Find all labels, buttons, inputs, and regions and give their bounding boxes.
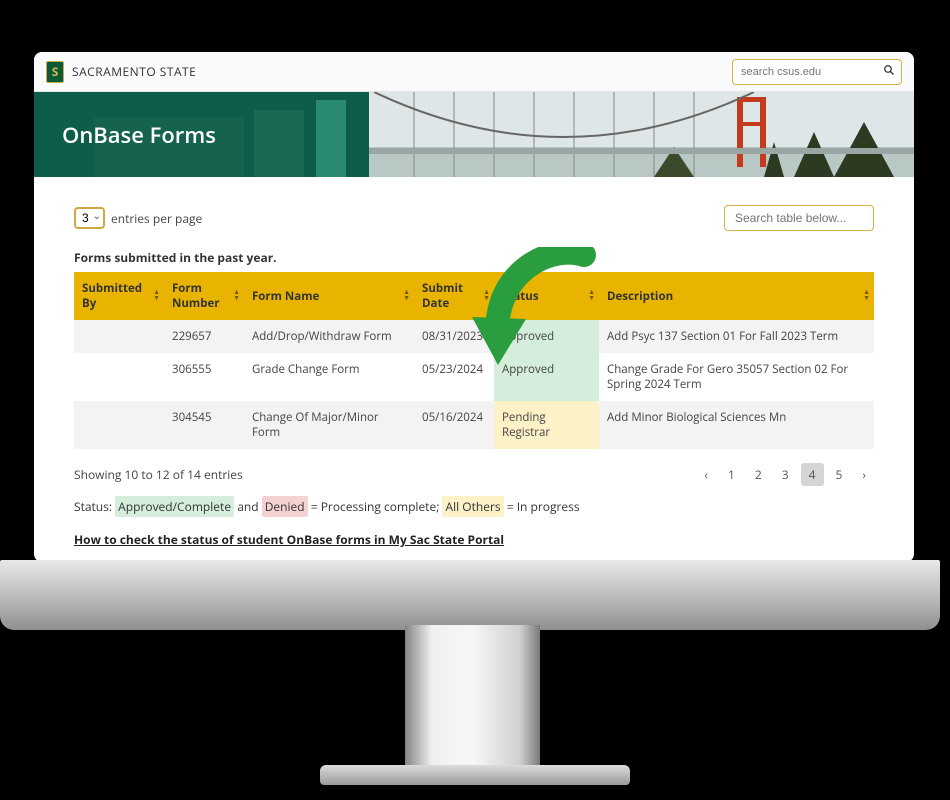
- col-description[interactable]: Description▲▼: [599, 272, 874, 320]
- pagination-page-1[interactable]: 1: [720, 463, 743, 486]
- legend-eq-complete: = Processing complete;: [311, 498, 440, 515]
- col-status[interactable]: Status▲▼: [494, 272, 599, 320]
- entries-per-page-label: entries per page: [111, 210, 202, 227]
- cell-formNumber: 229657: [164, 320, 244, 353]
- cell-formNumber: 306555: [164, 353, 244, 401]
- col-submitted-by[interactable]: Submitted By▲▼: [74, 272, 164, 320]
- sort-icon: ▲▼: [863, 290, 870, 302]
- brand-label: SACRAMENTO STATE: [72, 63, 196, 80]
- monitor-foot: [320, 765, 630, 785]
- legend-others-chip: All Others: [442, 496, 503, 517]
- col-form-number[interactable]: Form Number▲▼: [164, 272, 244, 320]
- cell-formNumber: 304545: [164, 401, 244, 449]
- legend-denied-chip: Denied: [262, 496, 308, 517]
- cell-submittedBy: [74, 401, 164, 449]
- content-area: 3 entries per page Forms submitted in th…: [34, 177, 914, 558]
- pagination-page-4[interactable]: 4: [801, 463, 824, 486]
- cell-formName: Grade Change Form: [244, 353, 414, 401]
- cell-submitDate: 05/16/2024: [414, 401, 494, 449]
- monitor-neck: [405, 625, 540, 775]
- table-row[interactable]: 306555Grade Change Form05/23/2024Approve…: [74, 353, 874, 401]
- cell-submitDate: 08/31/2023: [414, 320, 494, 353]
- legend-eq-progress: = In progress: [507, 498, 580, 515]
- cell-submitDate: 05/23/2024: [414, 353, 494, 401]
- search-icon: [883, 63, 895, 80]
- cell-formName: Add/Drop/Withdraw Form: [244, 320, 414, 353]
- sort-icon: ▲▼: [153, 290, 160, 302]
- cell-status: Pending Registrar: [494, 401, 599, 449]
- cell-submittedBy: [74, 353, 164, 401]
- pagination-page-5[interactable]: 5: [828, 463, 851, 486]
- cell-status: Approved: [494, 353, 599, 401]
- sort-icon: ▲▼: [588, 290, 595, 302]
- top-bar: S SACRAMENTO STATE: [34, 52, 914, 92]
- status-legend: Status: Approved/Complete and Denied = P…: [74, 498, 874, 515]
- university-shield-icon: S: [46, 61, 64, 83]
- table-row[interactable]: 304545Change Of Major/Minor Form05/16/20…: [74, 401, 874, 449]
- pagination-prev[interactable]: ‹: [696, 463, 716, 486]
- cell-status: Approved: [494, 320, 599, 353]
- page-title: OnBase Forms: [62, 120, 216, 150]
- table-controls: 3 entries per page: [74, 205, 874, 231]
- forms-table: Submitted By▲▼ Form Number▲▼ Form Name▲▼…: [74, 272, 874, 449]
- hero-banner: OnBase Forms: [34, 92, 914, 177]
- monitor-base: [0, 560, 940, 630]
- table-row[interactable]: 229657Add/Drop/Withdraw Form08/31/2023Ap…: [74, 320, 874, 353]
- pagination-page-2[interactable]: 2: [747, 463, 770, 486]
- col-form-name[interactable]: Form Name▲▼: [244, 272, 414, 320]
- entries-per-page-select[interactable]: 3: [74, 207, 105, 229]
- col-submit-date[interactable]: Submit Date▲▼: [414, 272, 494, 320]
- site-search[interactable]: [732, 59, 902, 85]
- cell-description: Add Minor Biological Sciences Mn: [599, 401, 874, 449]
- site-search-input[interactable]: [741, 66, 883, 78]
- table-caption: Forms submitted in the past year.: [74, 249, 874, 266]
- pagination: ‹12345›: [696, 463, 874, 486]
- sort-icon: ▲▼: [403, 290, 410, 302]
- monitor-screen: S SACRAMENTO STATE: [34, 52, 914, 562]
- legend-prefix: Status:: [74, 498, 112, 515]
- table-footer: Showing 10 to 12 of 14 entries ‹12345›: [74, 463, 874, 486]
- cell-submittedBy: [74, 320, 164, 353]
- legend-approved-chip: Approved/Complete: [115, 496, 234, 517]
- sort-icon: ▲▼: [483, 290, 490, 302]
- howto-link[interactable]: How to check the status of student OnBas…: [74, 531, 874, 548]
- cell-formName: Change Of Major/Minor Form: [244, 401, 414, 449]
- pagination-next[interactable]: ›: [854, 463, 874, 486]
- cell-description: Add Psyc 137 Section 01 For Fall 2023 Te…: [599, 320, 874, 353]
- legend-and: and: [237, 498, 258, 515]
- sort-icon: ▲▼: [233, 290, 240, 302]
- table-search-input[interactable]: [724, 205, 874, 231]
- cell-description: Change Grade For Gero 35057 Section 02 F…: [599, 353, 874, 401]
- showing-entries-label: Showing 10 to 12 of 14 entries: [74, 466, 243, 483]
- pagination-page-3[interactable]: 3: [774, 463, 797, 486]
